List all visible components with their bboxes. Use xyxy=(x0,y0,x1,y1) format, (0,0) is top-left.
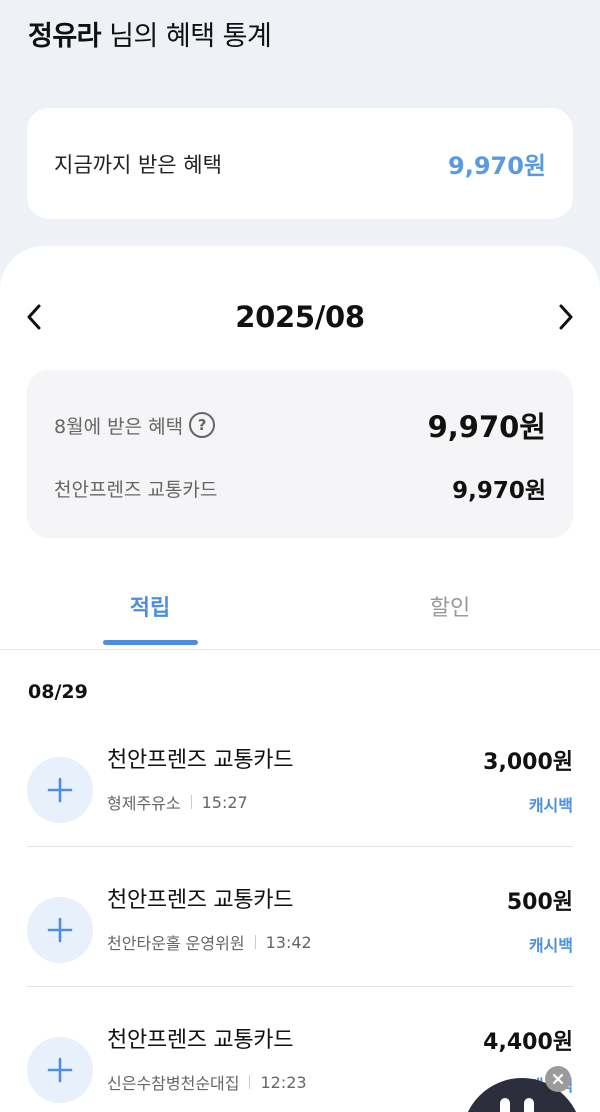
card-name-label: 천안프렌즈 교통카드 xyxy=(54,478,218,501)
total-benefit-card: 지금까지 받은 혜택 9,970원 xyxy=(27,108,573,219)
next-month-button[interactable] xyxy=(552,303,580,331)
transaction-type: 캐시백 xyxy=(528,936,573,955)
plus-icon xyxy=(27,757,93,823)
prev-month-button[interactable] xyxy=(20,303,48,331)
close-icon xyxy=(552,1073,564,1085)
transaction-place: 신은수참병천순대집 xyxy=(107,1074,240,1093)
user-name: 정유라 xyxy=(28,21,102,52)
transaction-time: 13:42 xyxy=(265,932,312,952)
active-tab-indicator xyxy=(103,640,198,645)
page-title: 정유라 님의 혜택 통계 xyxy=(28,14,272,53)
character-ear-right xyxy=(524,1098,534,1112)
transaction-time: 12:23 xyxy=(260,1072,307,1092)
total-benefit-label: 지금까지 받은 혜택 xyxy=(54,152,222,177)
list-divider xyxy=(27,846,573,847)
meta-divider xyxy=(249,1075,251,1089)
character-ear-left xyxy=(500,1098,510,1112)
transaction-merchant: 천안프렌즈 교통카드 xyxy=(107,1028,294,1053)
monthly-benefit-row: 8월에 받은 혜택 ? 9,970원 xyxy=(54,404,546,446)
benefit-tabs: 적립 할인 xyxy=(0,574,600,650)
meta-divider xyxy=(254,935,256,949)
transaction-type: 캐시백 xyxy=(528,796,573,815)
plus-icon xyxy=(27,1037,93,1103)
transaction-meta: 신은수참병천순대집 12:23 xyxy=(107,1070,307,1094)
tab-discount[interactable]: 할인 xyxy=(300,590,600,622)
transaction-amount: 3,000원 xyxy=(483,750,573,775)
transaction-item[interactable]: 천안프렌즈 교통카드 천안타운홀 운영위원 13:42 500원 캐시백 xyxy=(27,882,573,1022)
monthly-benefit-label: 8월에 받은 혜택 xyxy=(54,415,184,438)
monthly-summary-card: 8월에 받은 혜택 ? 9,970원 천안프렌즈 교통카드 9,970원 xyxy=(27,370,573,538)
meta-divider xyxy=(190,795,192,809)
date-group-header: 08/29 xyxy=(28,681,88,703)
transaction-merchant: 천안프렌즈 교통카드 xyxy=(107,888,294,913)
chevron-left-icon xyxy=(27,304,41,330)
close-floating-button[interactable] xyxy=(545,1066,571,1092)
transaction-item[interactable]: 천안프렌즈 교통카드 형제주유소 15:27 3,000원 캐시백 xyxy=(27,742,573,882)
current-month: 2025/08 xyxy=(235,300,365,334)
month-navigator: 2025/08 xyxy=(0,286,600,348)
transaction-meta: 천안타운홀 운영위원 13:42 xyxy=(107,930,312,954)
transaction-amount: 500원 xyxy=(506,890,573,915)
list-divider xyxy=(27,986,573,987)
help-icon[interactable]: ? xyxy=(189,412,216,438)
total-benefit-value: 9,970원 xyxy=(448,152,546,180)
monthly-benefit-label-group: 8월에 받은 혜택 ? xyxy=(54,412,216,439)
transaction-meta: 형제주유소 15:27 xyxy=(107,790,248,814)
transaction-time: 15:27 xyxy=(201,792,248,812)
transaction-place: 형제주유소 xyxy=(107,794,181,813)
transaction-merchant: 천안프렌즈 교통카드 xyxy=(107,748,294,773)
card-benefit-value: 9,970원 xyxy=(452,478,546,504)
chevron-right-icon xyxy=(559,304,573,330)
transaction-place: 천안타운홀 운영위원 xyxy=(107,934,245,953)
plus-icon xyxy=(27,897,93,963)
card-benefit-row: 천안프렌즈 교통카드 9,970원 xyxy=(54,471,546,505)
title-suffix: 님의 혜택 통계 xyxy=(101,21,272,52)
tab-earn[interactable]: 적립 xyxy=(0,590,300,622)
transaction-amount: 4,400원 xyxy=(483,1030,573,1055)
monthly-benefit-value: 9,970원 xyxy=(427,410,546,444)
